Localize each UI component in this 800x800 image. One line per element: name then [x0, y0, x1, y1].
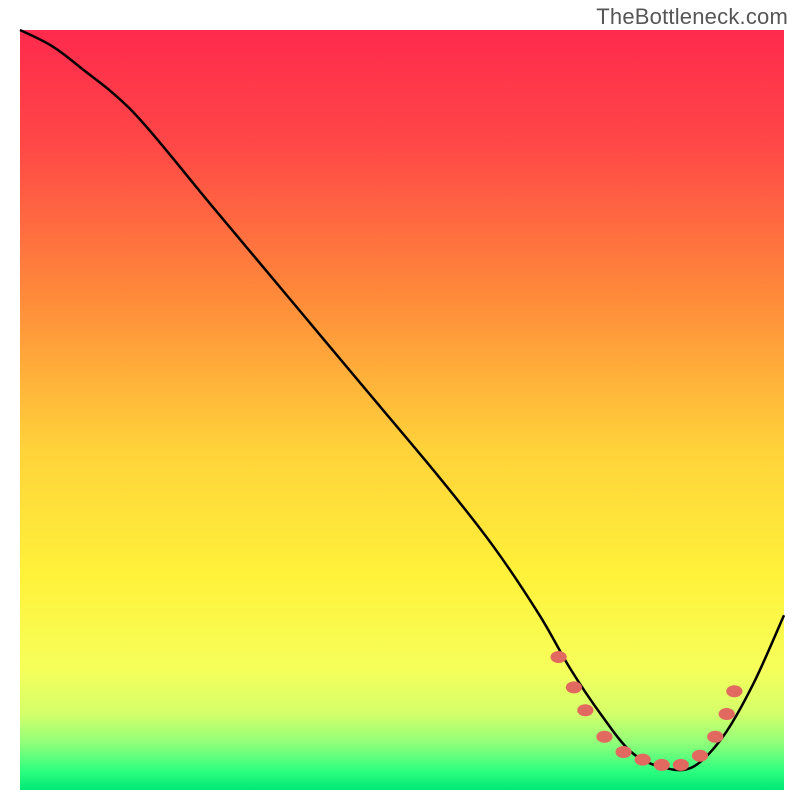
marker-dot	[673, 759, 689, 771]
marker-dot	[654, 759, 670, 771]
marker-dot	[551, 651, 567, 663]
marker-dot	[577, 704, 593, 716]
marker-dot	[707, 731, 723, 743]
marker-dot	[635, 754, 651, 766]
plot-background	[20, 30, 784, 790]
marker-dot	[596, 731, 612, 743]
marker-dot	[615, 746, 631, 758]
marker-dot	[726, 685, 742, 697]
chart-stage: TheBottleneck.com	[0, 0, 800, 800]
bottleneck-plot	[0, 0, 800, 800]
marker-dot	[692, 750, 708, 762]
marker-dot	[719, 708, 735, 720]
marker-dot	[566, 681, 582, 693]
